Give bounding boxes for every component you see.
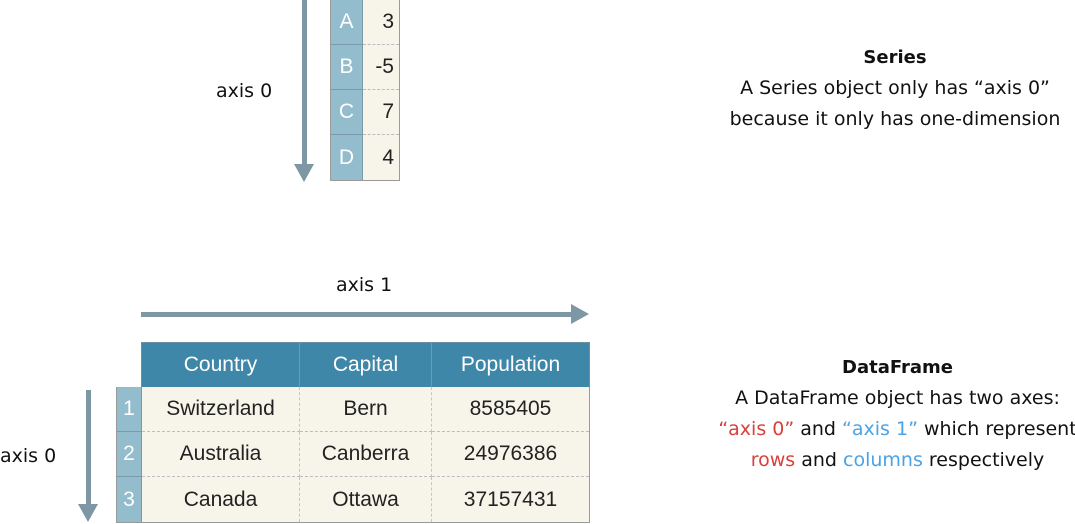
table-row: 1 Switzerland Bern 8585405	[117, 387, 589, 432]
arrow-head	[78, 504, 98, 522]
series-row: B -5	[331, 45, 399, 90]
row-index: 3	[117, 477, 142, 522]
table-cell: Canada	[142, 477, 300, 522]
row-index: 2	[117, 432, 142, 477]
row-index: 1	[117, 387, 142, 432]
dataframe-table: Country Capital Population 1 Switzerland…	[116, 342, 590, 523]
arrow-shaft	[302, 0, 307, 166]
columns-highlight: columns	[843, 449, 923, 471]
dataframe-title: DataFrame	[842, 357, 953, 378]
series-value-cell: -5	[363, 45, 399, 90]
desc-text: and	[795, 449, 844, 471]
series-index-cell: A	[331, 0, 363, 45]
dataframe-desc-line3: rows and columns respectively	[700, 445, 1075, 476]
dataframe-desc-line2: “axis 0” and “axis 1” which represent	[700, 414, 1075, 445]
series-description: Series A Series object only has “axis 0”…	[700, 42, 1075, 135]
axis1-highlight: “axis 1”	[842, 418, 918, 440]
series-desc-line2: because it only has one-dimension	[729, 108, 1061, 130]
axis0-highlight: “axis 0”	[718, 418, 795, 440]
column-header: Capital	[300, 343, 432, 387]
series-axis0-label: axis 0	[216, 80, 273, 102]
series-index-cell: B	[331, 45, 363, 90]
series-row: C 7	[331, 90, 399, 135]
arrow-head	[571, 304, 589, 324]
dataframe-description: DataFrame A DataFrame object has two axe…	[700, 352, 1075, 476]
table-row: 2 Australia Canberra 24976386	[117, 432, 589, 477]
series-value-cell: 3	[363, 0, 399, 45]
series-desc-line1: A Series object only has “axis 0”	[740, 77, 1050, 99]
series-row: D 4	[331, 135, 399, 180]
desc-text: respectively	[922, 449, 1045, 471]
table-cell: 24976386	[432, 432, 589, 477]
table-cell: Switzerland	[142, 387, 300, 432]
dataframe-body: 1 Switzerland Bern 8585405 2 Australia C…	[116, 387, 590, 523]
table-cell: Ottawa	[300, 477, 432, 522]
series-value-cell: 7	[363, 90, 399, 135]
desc-text: and	[794, 418, 843, 440]
rows-highlight: rows	[750, 449, 796, 471]
dataframe-desc-line1: A DataFrame object has two axes:	[735, 387, 1060, 409]
table-cell: Canberra	[300, 432, 432, 477]
table-cell: 8585405	[432, 387, 589, 432]
column-header: Country	[142, 343, 300, 387]
arrow-head	[294, 164, 314, 182]
series-table: A 3 B -5 C 7 D 4	[330, 0, 400, 181]
series-title: Series	[863, 47, 927, 68]
table-cell: Australia	[142, 432, 300, 477]
series-row: A 3	[331, 0, 399, 45]
dataframe-axis1-label: axis 1	[336, 274, 393, 296]
table-cell: Bern	[300, 387, 432, 432]
dataframe-axis0-label: axis 0	[0, 445, 57, 467]
series-index-cell: D	[331, 135, 363, 180]
desc-text: which represent	[917, 418, 1075, 440]
series-index-cell: C	[331, 90, 363, 135]
series-value-cell: 4	[363, 135, 399, 180]
arrow-shaft	[86, 390, 91, 506]
table-cell: 37157431	[432, 477, 589, 522]
column-header: Population	[460, 353, 561, 376]
arrow-shaft	[141, 312, 573, 317]
table-row: 3 Canada Ottawa 37157431	[117, 477, 589, 522]
dataframe-header-row: Country Capital Population	[141, 342, 590, 387]
